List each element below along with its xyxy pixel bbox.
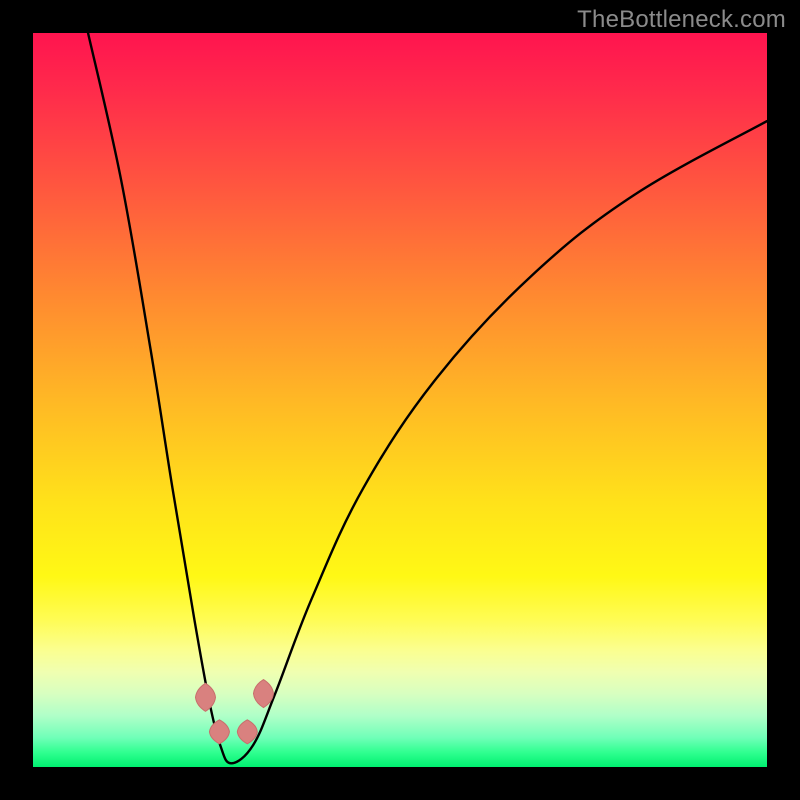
curve-marker (195, 683, 215, 711)
watermark-text: TheBottleneck.com (577, 6, 786, 34)
chart-plot-area (33, 33, 767, 767)
bottleneck-curve-svg (33, 33, 767, 767)
curve-markers-group (195, 680, 273, 744)
bottleneck-curve (88, 33, 767, 763)
curve-marker (237, 720, 257, 744)
curve-marker (209, 720, 229, 744)
